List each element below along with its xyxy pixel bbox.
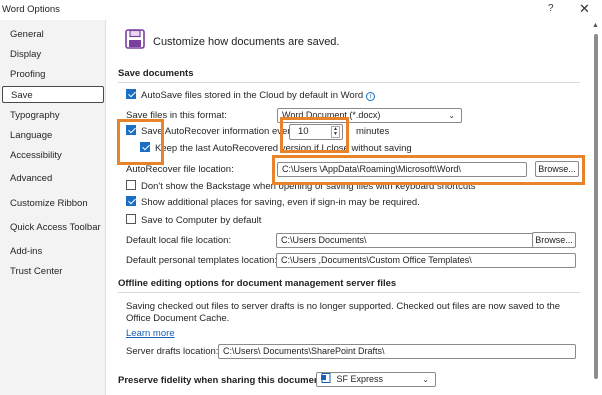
divider <box>118 292 580 293</box>
additional-places-label: Show additional places for saving, even … <box>141 197 420 208</box>
templates-label: Default personal templates location: <box>126 255 278 266</box>
title-bar: Word Options ? ✕ <box>0 0 602 20</box>
sidebar-item-add-ins[interactable]: Add-ins <box>0 243 104 260</box>
fidelity-label: Preserve fidelity when sharing this docu… <box>118 375 326 386</box>
keep-last-row: Keep the last AutoRecovered version if I… <box>140 141 412 157</box>
autorecover-minutes-stepper[interactable]: 10 ▲ ▼ <box>289 124 343 140</box>
additional-places-checkbox[interactable] <box>126 196 136 206</box>
sidebar-item-proofing[interactable]: Proofing <box>0 66 104 83</box>
section-save-documents: Save documents <box>118 68 194 79</box>
format-value: Word Document (*.docx) <box>282 110 381 120</box>
backstage-label: Don't show the Backstage when opening or… <box>141 181 476 192</box>
default-local-label: Default local file location: <box>126 235 232 246</box>
keep-last-label: Keep the last AutoRecovered version if I… <box>155 143 412 154</box>
drafts-label: Server drafts location: <box>126 346 219 357</box>
autorecover-checkbox[interactable] <box>126 125 136 135</box>
sidebar-item-accessibility[interactable]: Accessibility <box>0 147 104 164</box>
format-dropdown[interactable]: Word Document (*.docx) ⌄ <box>277 108 462 123</box>
word-document-icon <box>321 373 331 383</box>
scrollbar-thumb[interactable] <box>594 34 598 379</box>
sidebar-item-trust-center[interactable]: Trust Center <box>0 263 104 280</box>
save-computer-checkbox[interactable] <box>126 214 136 224</box>
page-title: Customize how documents are saved. <box>153 36 340 48</box>
autorecover-minutes-value: 10 <box>298 126 309 137</box>
sidebar-item-quick-access-toolbar[interactable]: Quick Access Toolbar <box>0 219 104 236</box>
format-label: Save files in this format: <box>126 110 227 121</box>
backstage-checkbox[interactable] <box>126 180 136 190</box>
offline-description: Saving checked out files to server draft… <box>126 301 561 324</box>
autosave-checkbox[interactable] <box>126 89 136 99</box>
sidebar-item-display[interactable]: Display <box>0 46 104 63</box>
autorecover-location-input[interactable]: C:\Users \AppData\Roaming\Microsoft\Word… <box>277 162 527 177</box>
drafts-location-input[interactable]: C:\Users\ Documents\SharePoint Drafts\ <box>218 344 576 359</box>
templates-input[interactable]: C:\Users ,Documents\Custom Office Templa… <box>276 253 576 268</box>
autorecover-location-label: AutoRecover file location: <box>126 164 234 175</box>
learn-more-link[interactable]: Learn more <box>126 328 175 339</box>
browse-autorecover-button[interactable]: Browse... <box>535 161 579 177</box>
save-computer-row: Save to Computer by default <box>126 213 261 229</box>
help-button[interactable]: ? <box>548 3 554 14</box>
sidebar-item-save[interactable]: Save <box>2 86 104 103</box>
chevron-down-icon: ⌄ <box>448 111 455 120</box>
window-title: Word Options <box>2 4 60 15</box>
scroll-up-icon[interactable]: ▲ <box>592 22 599 29</box>
save-computer-label: Save to Computer by default <box>141 215 262 226</box>
additional-places-row: Show additional places for saving, even … <box>126 195 420 211</box>
info-icon[interactable]: i <box>366 92 376 101</box>
backstage-row: Don't show the Backstage when opening or… <box>126 179 476 195</box>
chevron-down-icon: ⌄ <box>422 375 429 384</box>
autosave-label: AutoSave files stored in the Cloud by de… <box>141 90 364 101</box>
sidebar-item-language[interactable]: Language <box>0 127 104 144</box>
sidebar-item-customize-ribbon[interactable]: Customize Ribbon <box>0 195 104 212</box>
sidebar-item-advanced[interactable]: Advanced <box>0 170 104 187</box>
sidebar-item-general[interactable]: General <box>0 26 104 43</box>
autorecover-label: Save AutoRecover information every <box>141 126 296 137</box>
save-disk-icon <box>125 29 145 49</box>
scrollbar[interactable]: ▲ <box>590 20 602 395</box>
keep-last-checkbox[interactable] <box>140 142 150 152</box>
autosave-row: AutoSave files stored in the Cloud by de… <box>126 88 376 104</box>
section-offline: Offline editing options for document man… <box>118 278 397 289</box>
browse-local-button[interactable]: Browse... <box>532 232 576 248</box>
minutes-label: minutes <box>356 126 390 137</box>
spin-arrows-icon[interactable]: ▲ ▼ <box>331 126 340 138</box>
sidebar-item-typography[interactable]: Typography <box>0 107 104 124</box>
divider <box>118 82 580 83</box>
default-local-input[interactable]: C:\Users Documents\ <box>276 233 552 248</box>
autorecover-row: Save AutoRecover information every <box>126 124 295 140</box>
close-button[interactable]: ✕ <box>579 1 590 17</box>
fidelity-document-value: SF Express <box>336 374 384 384</box>
fidelity-document-dropdown[interactable]: SF Express ⌄ <box>316 372 436 387</box>
sidebar: General Display Proofing Save Typography… <box>0 20 106 395</box>
main-panel: Customize how documents are saved. Save … <box>106 20 590 395</box>
